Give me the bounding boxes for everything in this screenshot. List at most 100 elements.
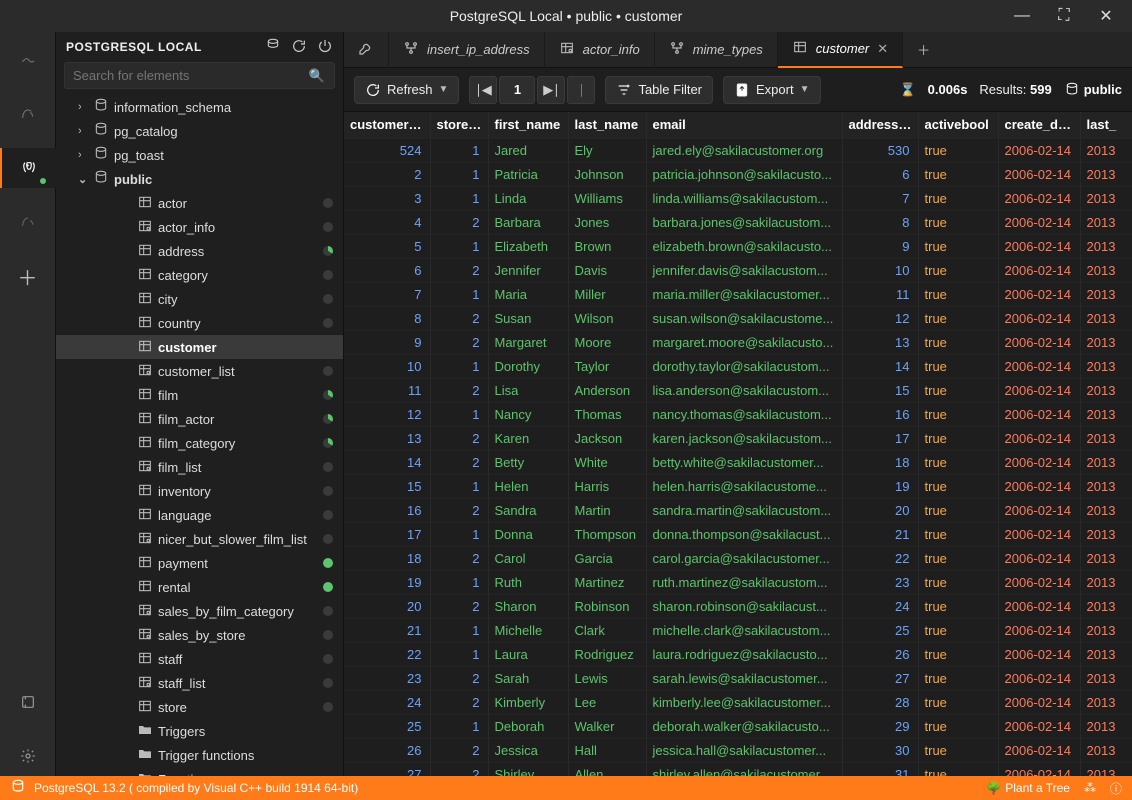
table-row[interactable]: 92MargaretMooremargaret.moore@sakilacust… — [344, 330, 1132, 354]
tree-item-film[interactable]: film — [56, 383, 343, 407]
table-row[interactable]: 5241JaredElyjared.ely@sakilacustomer.org… — [344, 138, 1132, 162]
tree-item-information-schema[interactable]: ›information_schema — [56, 95, 343, 119]
tree[interactable]: ›information_schema›pg_catalog›pg_toast⌄… — [56, 95, 343, 776]
tree-item-payment[interactable]: payment — [56, 551, 343, 575]
status-gear-icon[interactable]: ⁂ — [1084, 781, 1096, 795]
tree-item-inventory[interactable]: inventory — [56, 479, 343, 503]
tree-item-sales-by-film-category[interactable]: sales_by_film_category — [56, 599, 343, 623]
tree-item-staff-list[interactable]: staff_list — [56, 671, 343, 695]
page-number[interactable]: 1 — [499, 76, 535, 104]
table-row[interactable]: 221LauraRodriguezlaura.rodriguez@sakilac… — [344, 642, 1132, 666]
minimize-icon[interactable]: — — [1012, 7, 1032, 25]
filter-button[interactable]: Table Filter — [605, 76, 713, 104]
page-first-button[interactable]: ∣◀ — [469, 76, 497, 104]
tree-item-actor[interactable]: actor — [56, 191, 343, 215]
schema-badge[interactable]: public — [1064, 82, 1122, 98]
table-row[interactable]: 171DonnaThompsondonna.thompson@sakilacus… — [344, 522, 1132, 546]
tree-item-film-actor[interactable]: film_actor — [56, 407, 343, 431]
conn-seal-icon[interactable] — [8, 40, 48, 80]
table-row[interactable]: 151HelenHarrishelen.harris@sakilacustome… — [344, 474, 1132, 498]
col-last_name[interactable]: last_name — [568, 112, 646, 138]
col-first_name[interactable]: first_name — [488, 112, 568, 138]
refresh-icon[interactable] — [291, 38, 307, 57]
tree-item-trigger-functions[interactable]: Trigger functions — [56, 743, 343, 767]
table-row[interactable]: 101DorothyTaylordorothy.taylor@sakilacus… — [344, 354, 1132, 378]
history-icon[interactable] — [8, 682, 48, 722]
tree-item-film-list[interactable]: film_list — [56, 455, 343, 479]
table-row[interactable]: 112LisaAndersonlisa.anderson@sakilacusto… — [344, 378, 1132, 402]
table-row[interactable]: 162SandraMartinsandra.martin@sakilacusto… — [344, 498, 1132, 522]
tree-item-nicer-but-slower-film-list[interactable]: nicer_but_slower_film_list — [56, 527, 343, 551]
table-row[interactable]: 51ElizabethBrownelizabeth.brown@sakilacu… — [344, 234, 1132, 258]
conn-postgres-icon[interactable] — [0, 148, 56, 188]
search-input[interactable] — [64, 62, 335, 89]
col-create_date[interactable]: create_date — [998, 112, 1080, 138]
tree-item-public[interactable]: ⌄public — [56, 167, 343, 191]
table-row[interactable]: 262JessicaHalljessica.hall@sakilacustome… — [344, 738, 1132, 762]
table-row[interactable]: 242KimberlyLeekimberly.lee@sakilacustome… — [344, 690, 1132, 714]
tab-close-icon[interactable]: ✕ — [877, 41, 888, 57]
col-last_[interactable]: last_ — [1080, 112, 1132, 138]
conn-mysql-icon[interactable] — [8, 94, 48, 134]
db-stack-icon[interactable] — [265, 38, 281, 57]
col-activebool[interactable]: activebool — [918, 112, 998, 138]
tree-item-staff[interactable]: staff — [56, 647, 343, 671]
tree-item-address[interactable]: address — [56, 239, 343, 263]
table-row[interactable]: 272ShirleyAllenshirley.allen@sakilacusto… — [344, 762, 1132, 776]
table-row[interactable]: 71MariaMillermaria.miller@sakilacustomer… — [344, 282, 1132, 306]
table-row[interactable]: 202SharonRobinsonsharon.robinson@sakilac… — [344, 594, 1132, 618]
tree-item-rental[interactable]: rental — [56, 575, 343, 599]
status-info-icon[interactable]: ⓘ — [1110, 780, 1122, 797]
table-row[interactable]: 121NancyThomasnancy.thomas@sakilacustom.… — [344, 402, 1132, 426]
tree-item-film-category[interactable]: film_category — [56, 431, 343, 455]
col-store_id[interactable]: store_id — [430, 112, 488, 138]
tree-item-customer-list[interactable]: customer_list — [56, 359, 343, 383]
tree-item-city[interactable]: city — [56, 287, 343, 311]
conn-generic-icon[interactable] — [8, 202, 48, 242]
page-next-button[interactable]: ▶∣ — [537, 76, 565, 104]
tree-item-functions[interactable]: Functions — [56, 767, 343, 776]
refresh-button[interactable]: Refresh ▼ — [354, 76, 459, 104]
maximize-icon[interactable]: ⛶ — [1054, 7, 1074, 25]
table-row[interactable]: 42BarbaraJonesbarbara.jones@sakilacustom… — [344, 210, 1132, 234]
tree-item-store[interactable]: store — [56, 695, 343, 719]
table-row[interactable]: 21PatriciaJohnsonpatricia.johnson@sakila… — [344, 162, 1132, 186]
tree-item-actor-info[interactable]: actor_info — [56, 215, 343, 239]
col-address_id[interactable]: address_id — [842, 112, 918, 138]
tree-item-pg-toast[interactable]: ›pg_toast — [56, 143, 343, 167]
tab-actor_info[interactable]: actor_info — [545, 32, 655, 68]
plant-tree-button[interactable]: 🌳 Plant a Tree — [986, 781, 1070, 795]
tree-item-country[interactable]: country — [56, 311, 343, 335]
power-icon[interactable] — [317, 38, 333, 57]
data-grid[interactable]: customer_idstore_idfirst_namelast_nameem… — [344, 112, 1132, 776]
tab-mime_types[interactable]: mime_types — [655, 32, 778, 68]
tree-item-sales-by-store[interactable]: sales_by_store — [56, 623, 343, 647]
new-tab-button[interactable]: ＋ — [903, 40, 944, 59]
export-button[interactable]: Export ▼ — [723, 76, 820, 104]
tree-item-customer[interactable]: customer — [56, 335, 343, 359]
tree-item-triggers[interactable]: Triggers — [56, 719, 343, 743]
chevron-down-icon: ▼ — [800, 84, 810, 95]
col-email[interactable]: email — [646, 112, 842, 138]
tab-tool[interactable] — [344, 32, 389, 68]
table-row[interactable]: 62JenniferDavisjennifer.davis@sakilacust… — [344, 258, 1132, 282]
table-row[interactable]: 191RuthMartinezruth.martinez@sakilacusto… — [344, 570, 1132, 594]
add-connection-icon[interactable]: ＋ — [8, 256, 48, 296]
table-row[interactable]: 211MichelleClarkmichelle.clark@sakilacus… — [344, 618, 1132, 642]
settings-icon[interactable] — [8, 736, 48, 776]
close-icon[interactable]: ✕ — [1096, 6, 1116, 26]
col-customer_id[interactable]: customer_id — [344, 112, 430, 138]
tree-item-language[interactable]: language — [56, 503, 343, 527]
table-row[interactable]: 182CarolGarciacarol.garcia@sakilacustome… — [344, 546, 1132, 570]
table-row[interactable]: 251DeborahWalkerdeborah.walker@sakilacus… — [344, 714, 1132, 738]
table-row[interactable]: 142BettyWhitebetty.white@sakilacustomer.… — [344, 450, 1132, 474]
table-row[interactable]: 232SarahLewissarah.lewis@sakilacustomer.… — [344, 666, 1132, 690]
table-row[interactable]: 31LindaWilliamslinda.williams@sakilacust… — [344, 186, 1132, 210]
tab-customer[interactable]: customer✕ — [778, 32, 903, 68]
tab-insert_ip_address[interactable]: insert_ip_address — [389, 32, 545, 68]
tree-item-pg-catalog[interactable]: ›pg_catalog — [56, 119, 343, 143]
table-row[interactable]: 132KarenJacksonkaren.jackson@sakilacusto… — [344, 426, 1132, 450]
tree-item-category[interactable]: category — [56, 263, 343, 287]
window-controls: — ⛶ ✕ — [1000, 0, 1128, 32]
table-row[interactable]: 82SusanWilsonsusan.wilson@sakilacustome.… — [344, 306, 1132, 330]
